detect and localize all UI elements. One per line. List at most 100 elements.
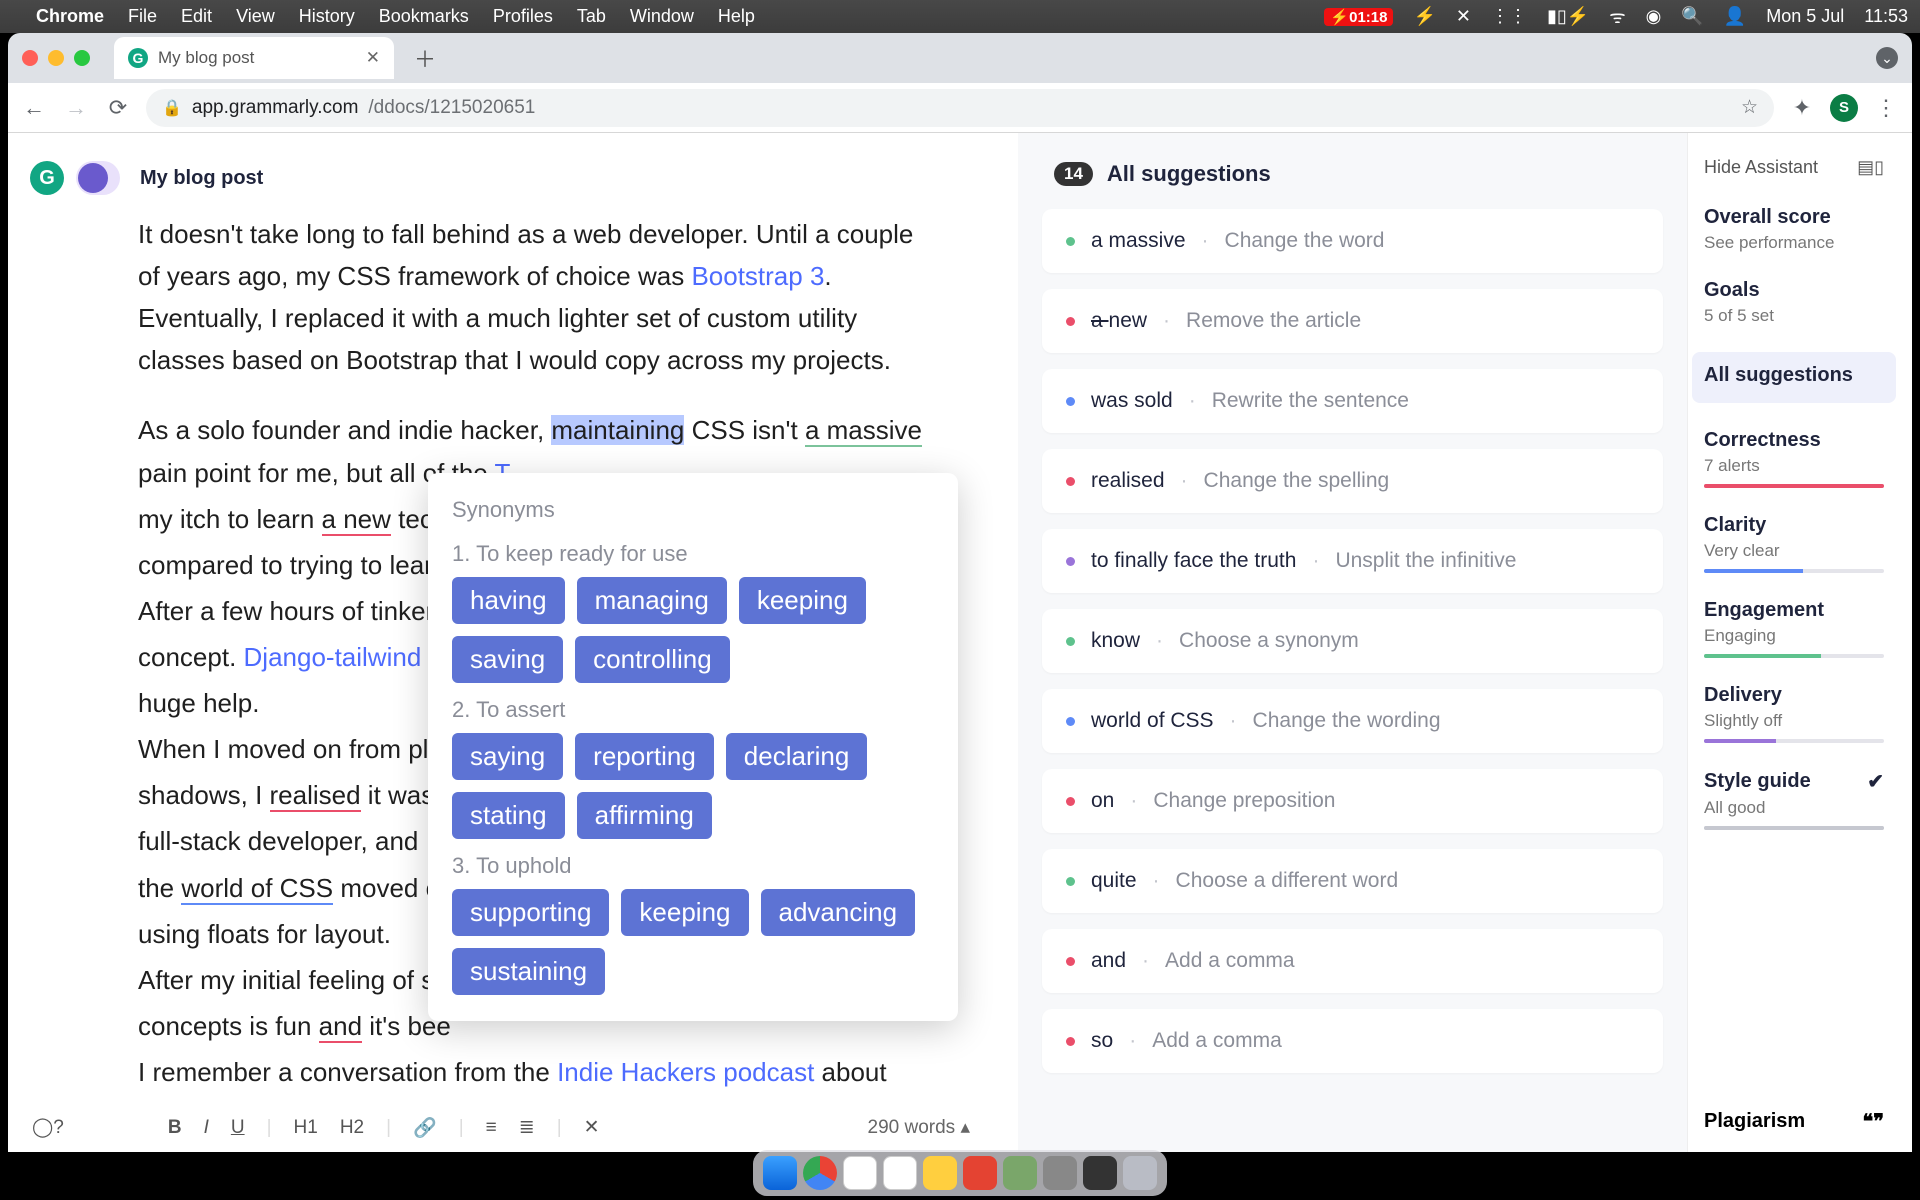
highlight-red[interactable]: a new [322, 504, 391, 536]
suggestion-card[interactable]: was sold·Rewrite the sentence [1042, 369, 1663, 433]
bold-button[interactable]: B [168, 1117, 182, 1139]
menu-app[interactable]: Chrome [36, 6, 104, 27]
dock-app-icon[interactable] [843, 1156, 877, 1190]
synonym-chip[interactable]: declaring [726, 733, 868, 780]
link-button[interactable]: 🔗 [413, 1116, 437, 1140]
rail-goals[interactable]: Goals 5 of 5 set [1704, 279, 1884, 326]
rail-style-guide[interactable]: Style guide✔ All good [1704, 769, 1884, 830]
address-bar[interactable]: 🔒 app.grammarly.com/ddocs/1215020651 ☆ [146, 89, 1774, 127]
dock-app-icon[interactable] [1003, 1156, 1037, 1190]
synonym-chip[interactable]: reporting [575, 733, 714, 780]
link-django-tailwind[interactable]: Django-tailwind [244, 642, 422, 672]
tab-overflow-icon[interactable]: ⌄ [1876, 47, 1898, 69]
document-title[interactable]: My blog post [140, 167, 263, 190]
extensions-icon[interactable]: ✦ [1788, 95, 1816, 121]
grammarly-logo-icon[interactable]: G [30, 161, 64, 195]
menu-view[interactable]: View [236, 6, 275, 27]
menu-file[interactable]: File [128, 6, 157, 27]
suggestion-card[interactable]: world of CSS·Change the wording [1042, 689, 1663, 753]
new-tab-button[interactable]: ＋ [404, 42, 446, 74]
synonym-chip[interactable]: stating [452, 792, 565, 839]
h2-button[interactable]: H2 [340, 1117, 364, 1139]
synonym-chip[interactable]: saving [452, 636, 563, 683]
forward-button[interactable]: → [62, 95, 90, 121]
menu-window[interactable]: Window [630, 6, 694, 27]
assistant-toggle[interactable] [76, 161, 120, 195]
tab-close-icon[interactable]: ✕ [366, 48, 380, 68]
suggestion-card[interactable]: on·Change preposition [1042, 769, 1663, 833]
control-center-icon[interactable]: ◉ [1646, 6, 1662, 27]
dock-app-icon[interactable] [1083, 1156, 1117, 1190]
highlight-red[interactable]: realised [270, 780, 361, 812]
suggestion-card[interactable]: to finally face the truth·Unsplit the in… [1042, 529, 1663, 593]
suggestion-card[interactable]: so·Add a comma [1042, 1009, 1663, 1073]
bolt-icon[interactable]: ⚡ [1413, 6, 1435, 27]
browser-tab[interactable]: G My blog post ✕ [114, 37, 394, 79]
menu-edit[interactable]: Edit [181, 6, 212, 27]
menu-bookmarks[interactable]: Bookmarks [379, 6, 469, 27]
underline-button[interactable]: U [231, 1117, 245, 1139]
help-icon[interactable]: ◯? [32, 1116, 64, 1139]
menu-tab[interactable]: Tab [577, 6, 606, 27]
rail-correctness[interactable]: Correctness 7 alerts [1704, 429, 1884, 488]
menubar-date[interactable]: Mon 5 Jul [1766, 6, 1844, 27]
window-minimize-button[interactable] [48, 50, 64, 66]
clear-format-button[interactable]: ✕ [584, 1116, 600, 1139]
user-icon[interactable]: 👤 [1724, 6, 1746, 27]
chrome-menu-icon[interactable]: ⋮ [1872, 95, 1900, 121]
x-icon[interactable]: ✕ [1456, 6, 1471, 27]
h1-button[interactable]: H1 [294, 1117, 318, 1139]
synonym-chip[interactable]: keeping [621, 889, 748, 936]
highlight-blue[interactable]: world of CSS [181, 873, 333, 905]
dock-chrome-icon[interactable] [803, 1156, 837, 1190]
timer-status[interactable]: ⚡01:18 [1324, 8, 1393, 26]
synonym-chip[interactable]: supporting [452, 889, 609, 936]
ordered-list-button[interactable]: ≡ [486, 1117, 497, 1139]
selected-word[interactable]: maintaining [551, 415, 684, 445]
profile-avatar[interactable]: S [1830, 94, 1858, 122]
rail-engagement[interactable]: Engagement Engaging [1704, 599, 1884, 658]
dock-app-icon[interactable] [963, 1156, 997, 1190]
highlight-green[interactable]: a massive [805, 415, 922, 447]
menu-history[interactable]: History [299, 6, 355, 27]
wifi-icon[interactable]: ᯤ [1609, 5, 1625, 29]
synonym-chip[interactable]: keeping [739, 577, 866, 624]
suggestion-card[interactable]: a new·Remove the article [1042, 289, 1663, 353]
suggestion-card[interactable]: know·Choose a synonym [1042, 609, 1663, 673]
back-button[interactable]: ← [20, 95, 48, 121]
synonym-chip[interactable]: affirming [577, 792, 712, 839]
suggestion-card[interactable]: a massive·Change the word [1042, 209, 1663, 273]
link-bootstrap[interactable]: Bootstrap 3 [691, 261, 824, 291]
link-indie-hackers[interactable]: Indie Hackers podcast [557, 1057, 814, 1087]
italic-button[interactable]: I [204, 1117, 209, 1139]
menu-help[interactable]: Help [718, 6, 755, 27]
dock-finder-icon[interactable] [763, 1156, 797, 1190]
suggestion-card[interactable]: quite·Choose a different word [1042, 849, 1663, 913]
spotlight-icon[interactable]: 🔍 [1681, 6, 1703, 27]
dock-app-icon[interactable] [923, 1156, 957, 1190]
rail-all-suggestions[interactable]: All suggestions [1692, 352, 1896, 403]
menubar-clock[interactable]: 11:53 [1864, 6, 1908, 27]
rail-delivery[interactable]: Delivery Slightly off [1704, 684, 1884, 743]
synonym-chip[interactable]: managing [577, 577, 727, 624]
synonym-chip[interactable]: saying [452, 733, 563, 780]
suggestion-card[interactable]: realised·Change the spelling [1042, 449, 1663, 513]
suggestion-card[interactable]: and·Add a comma [1042, 929, 1663, 993]
unordered-list-button[interactable]: ≣ [519, 1116, 535, 1139]
menubar-app-icon[interactable]: ⋮⋮ [1491, 6, 1527, 27]
window-close-button[interactable] [22, 50, 38, 66]
bookmark-star-icon[interactable]: ☆ [1741, 96, 1758, 119]
rail-plagiarism[interactable]: Plagiarism ❝❞ [1704, 1109, 1884, 1134]
dock-app-icon[interactable] [1043, 1156, 1077, 1190]
layout-toggle-icon[interactable]: ▤▯ [1857, 157, 1884, 178]
synonym-chip[interactable]: sustaining [452, 948, 605, 995]
synonym-chip[interactable]: advancing [761, 889, 916, 936]
hide-assistant-button[interactable]: Hide Assistant [1704, 157, 1818, 178]
highlight-red[interactable]: and [319, 1011, 362, 1043]
dock-trash-icon[interactable] [1123, 1156, 1157, 1190]
window-maximize-button[interactable] [74, 50, 90, 66]
rail-clarity[interactable]: Clarity Very clear [1704, 514, 1884, 573]
word-count[interactable]: 290 words ▴ [868, 1116, 971, 1139]
synonym-chip[interactable]: controlling [575, 636, 730, 683]
reload-button[interactable]: ⟳ [104, 95, 132, 121]
